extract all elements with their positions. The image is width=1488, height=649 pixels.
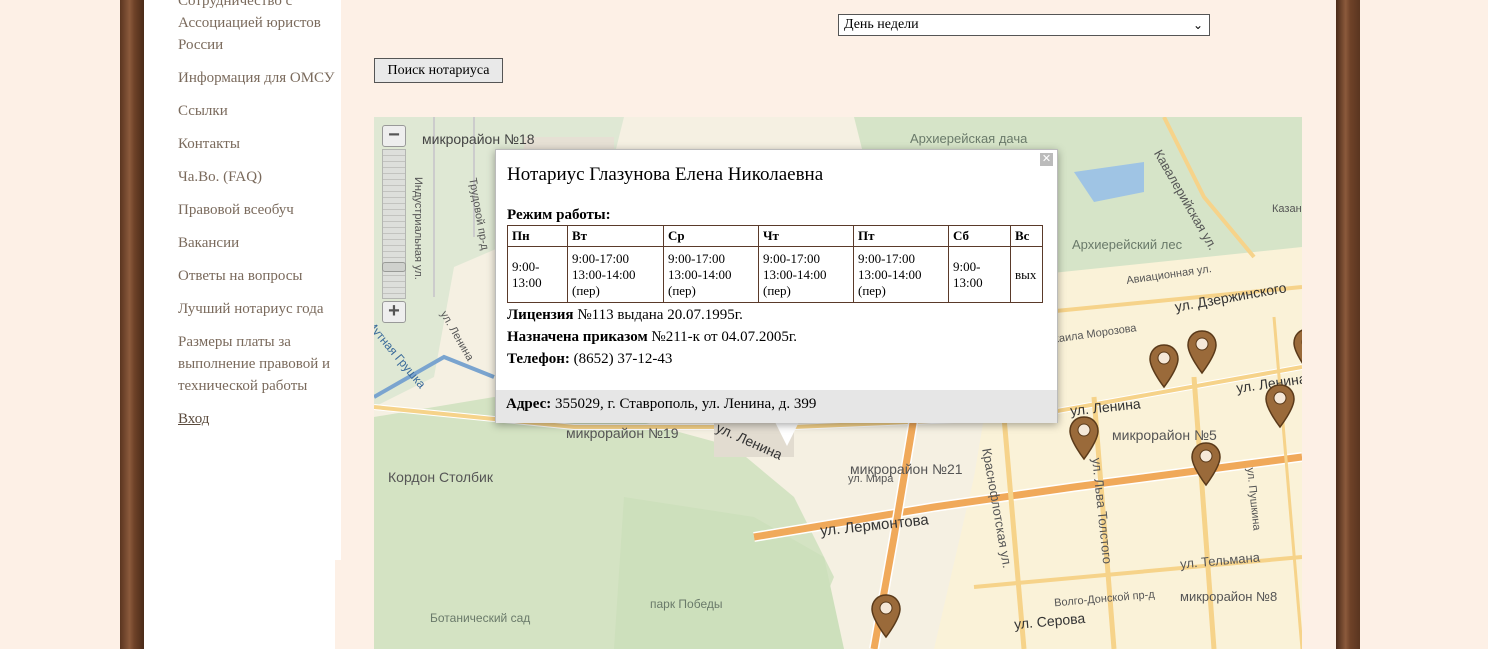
map-label: Архиерейская дача [910, 131, 1028, 146]
map-pin-icon[interactable] [870, 593, 902, 641]
day-header: Вс [1010, 225, 1043, 247]
map-pin-icon[interactable] [1148, 343, 1180, 391]
hours-cell: 9:00-17:00 13:00-14:00 (пер) [758, 246, 854, 303]
map-label: микрорайон №18 [422, 131, 535, 147]
map-zoom-control: − + [382, 125, 406, 325]
menu-item-vacancies[interactable]: Вакансии [178, 232, 338, 254]
day-header: Вт [567, 225, 664, 247]
map-pin-icon[interactable] [1190, 441, 1222, 489]
zoom-slider-track[interactable] [382, 149, 406, 299]
address-label: Адрес: [506, 396, 552, 412]
day-header: Чт [758, 225, 854, 247]
hours-cell: 9:00-17:00 13:00-14:00 (пер) [567, 246, 664, 303]
order-label: Назначена приказом [507, 329, 648, 345]
map-pin-icon[interactable] [1264, 383, 1296, 431]
menu-item-omsu-info[interactable]: Информация для ОМСУ [178, 67, 338, 89]
map-pin-icon[interactable] [1292, 327, 1302, 375]
sidebar-menu: Сотрудничество с Ассоциацией юристов Рос… [178, 0, 338, 441]
map-label: Архиерейский лес [1072, 237, 1183, 252]
hours-label: Режим работы: [507, 207, 611, 223]
menu-item-contacts[interactable]: Контакты [178, 133, 338, 155]
license-info: Лицензия №113 выдана 20.07.1995г. [507, 307, 743, 324]
license-label: Лицензия [507, 307, 574, 323]
hours-cell: 9:00-17:00 13:00-14:00 (пер) [853, 246, 949, 303]
day-header: Пт [853, 225, 949, 247]
phone-info: Телефон: (8652) 37-12-43 [507, 351, 672, 368]
license-value: №113 выдана 20.07.1995г. [577, 307, 743, 323]
zoom-out-button[interactable]: − [382, 125, 406, 147]
wood-frame-left [120, 0, 144, 649]
map-label: Индустриальная ул. [412, 177, 424, 280]
map-label: Кордон Столбик [388, 469, 493, 485]
zoom-in-button[interactable]: + [382, 301, 406, 323]
weekday-select[interactable]: День недели ⌄ [838, 14, 1210, 36]
hours-table-row: 9:00- 13:00 9:00-17:00 13:00-14:00 (пер) 9:… [507, 246, 1043, 303]
hours-cell: 9:00-17:00 13:00-14:00 (пер) [663, 246, 759, 303]
zoom-slider-thumb[interactable] [382, 262, 406, 272]
notary-info-popup: ✕ Нотариус Глазунова Елена Николаевна Ре… [495, 149, 1058, 423]
menu-item-best-notary[interactable]: Лучший нотариус года [178, 298, 338, 320]
map-label: микрорайон №8 [1180, 589, 1278, 604]
day-header: Пн [507, 225, 568, 247]
menu-item-lawyers-association[interactable]: Сотрудничество с Ассоциацией юристов Рос… [178, 0, 338, 56]
phone-value: (8652) 37-12-43 [573, 351, 673, 367]
phone-label: Телефон: [507, 351, 570, 367]
day-header: Сб [948, 225, 1011, 247]
address-bar: Адрес: 355029, г. Ставрополь, ул. Ленина… [496, 390, 1057, 423]
chevron-down-icon: ⌄ [1192, 18, 1203, 32]
popup-title: Нотариус Глазунова Елена Николаевна [507, 164, 824, 185]
map-pin-icon[interactable] [1068, 415, 1100, 463]
hours-cell: 9:00- 13:00 [948, 246, 1011, 303]
map-label: парк Победы [650, 597, 723, 611]
menu-item-login[interactable]: Вход [178, 408, 338, 430]
map-label: микрорайон №19 [566, 425, 679, 441]
menu-item-answers[interactable]: Ответы на вопросы [178, 265, 338, 287]
hours-table: Пн Вт Ср Чт Пт Сб Вс 9:00- 13:00 9:00-17:… [507, 225, 1043, 303]
order-value: №211-к от 04.07.2005г. [651, 329, 798, 345]
hours-cell: вых [1010, 246, 1043, 303]
menu-item-legal-education[interactable]: Правовой всеобуч [178, 199, 338, 221]
close-icon[interactable]: ✕ [1040, 153, 1053, 166]
menu-item-links[interactable]: Ссылки [178, 100, 338, 122]
map-pin-icon[interactable] [1186, 329, 1218, 377]
popup-pointer [775, 422, 799, 446]
menu-item-faq[interactable]: Ча.Во. (FAQ) [178, 166, 338, 188]
address-value: 355029, г. Ставрополь, ул. Ленина, д. 39… [555, 396, 817, 412]
map-label: ул. Мира [848, 473, 894, 485]
weekday-select-value: День недели [844, 17, 919, 32]
menu-item-fees[interactable]: Размеры платы за выполнение правовой и т… [178, 331, 338, 397]
order-info: Назначена приказом №211-к от 04.07.2005г… [507, 329, 797, 346]
hours-cell: 9:00- 13:00 [507, 246, 568, 303]
day-header: Ср [663, 225, 759, 247]
map-label: Ботанический сад [430, 611, 531, 625]
search-notary-button[interactable]: Поиск нотариуса [374, 58, 503, 83]
map-label: Казан [1272, 203, 1302, 215]
hours-table-header: Пн Вт Ср Чт Пт Сб Вс [507, 225, 1043, 247]
sidebar-extension [144, 560, 335, 649]
wood-frame-right [1336, 0, 1360, 649]
